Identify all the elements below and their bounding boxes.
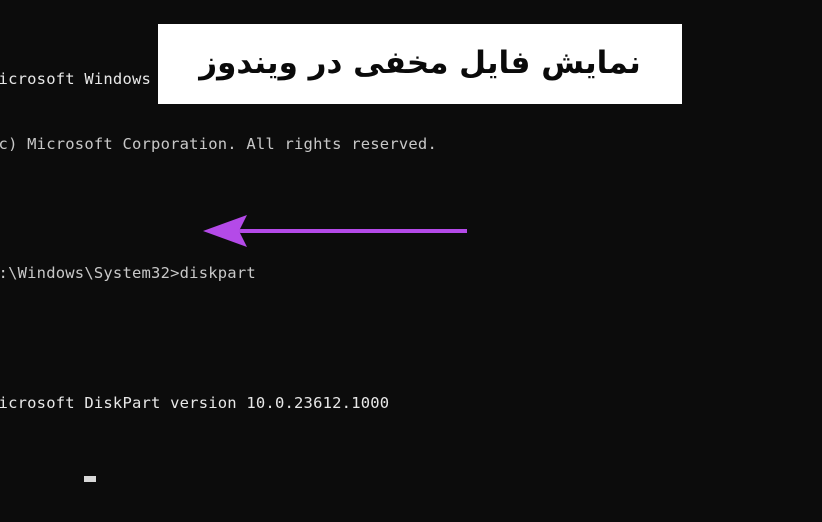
line-copyright-windows: (c) Microsoft Corporation. All rights re… [0, 134, 437, 153]
block-cursor [84, 476, 96, 482]
line-blank-2 [0, 328, 822, 350]
terminal-window[interactable]: Microsoft Windows [Version 10.0.23612.10… [0, 0, 822, 522]
caption-title: نمایش فایل مخفی در ویندوز [199, 45, 641, 82]
line-diskpart-version: Microsoft DiskPart version 10.0.23612.10… [0, 393, 390, 412]
line-blank-1 [0, 198, 822, 220]
caption-overlay: نمایش فایل مخفی در ویندوز [158, 24, 682, 104]
line-prompt-diskpart-launch: C:\Windows\System32>diskpart [0, 264, 256, 283]
line-blank-3 [0, 457, 822, 479]
